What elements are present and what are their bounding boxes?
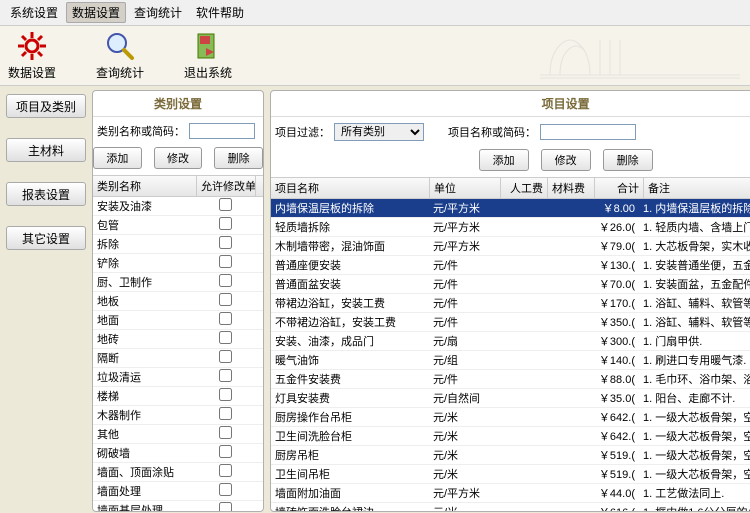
project-edit-button[interactable]: 修改	[541, 149, 591, 171]
magnifier-icon	[104, 30, 136, 62]
allow-edit-checkbox[interactable]	[219, 445, 232, 458]
side-projects-categories[interactable]: 项目及类别	[6, 94, 86, 118]
project-name-filter-label: 项目名称或简码：	[448, 124, 536, 140]
category-row[interactable]: 地板	[93, 292, 263, 311]
project-delete-button[interactable]: 删除	[603, 149, 653, 171]
allow-edit-checkbox[interactable]	[219, 407, 232, 420]
category-panel: 类别设置 类别名称或简码： 添加 修改 删除 类别名称 允许修改单价 安装及油漆…	[92, 90, 264, 512]
category-row[interactable]: 地砖	[93, 330, 263, 349]
category-delete-button[interactable]: 删除	[214, 147, 263, 169]
category-add-button[interactable]: 添加	[93, 147, 142, 169]
col-labor-cost: 人工费	[501, 178, 548, 198]
allow-edit-checkbox[interactable]	[219, 502, 232, 511]
allow-edit-checkbox[interactable]	[219, 483, 232, 496]
side-report-settings[interactable]: 报表设置	[6, 182, 86, 206]
category-row[interactable]: 墙面处理	[93, 482, 263, 501]
project-name-filter-input[interactable]	[540, 124, 636, 140]
category-row[interactable]: 楼梯	[93, 387, 263, 406]
category-edit-button[interactable]: 修改	[154, 147, 203, 169]
category-row[interactable]: 砌破墙	[93, 444, 263, 463]
project-row[interactable]: 带裙边浴缸，安装工费元/件￥170.(1. 浴缸、辅料、软管等配件均甲供.	[271, 294, 750, 313]
col-remark: 备注	[644, 178, 750, 198]
category-row[interactable]: 铲除	[93, 254, 263, 273]
category-row[interactable]: 其他	[93, 425, 263, 444]
project-row[interactable]: 安装、油漆，成品门元/扇￥300.(1. 门扇甲供.	[271, 332, 750, 351]
project-row[interactable]: 墙面附加油面元/平方米￥44.0(1. 工艺做法同上.	[271, 484, 750, 503]
project-row[interactable]: 不带裙边浴缸，安装工费元/件￥350.(1. 浴缸、辅料、软管等配件均甲供.	[271, 313, 750, 332]
tb-data-settings[interactable]: 数据设置	[8, 30, 56, 81]
project-row[interactable]: 暖气油饰元/组￥140.(1. 刷进口专用暖气漆.	[271, 351, 750, 370]
project-row[interactable]: 灯具安装费元/自然间￥35.0(1. 阳台、走廊不计.	[271, 389, 750, 408]
allow-edit-checkbox[interactable]	[219, 312, 232, 325]
project-grid[interactable]: 内墙保温层板的拆除元/平方米￥8.001. 内墙保温层板的拆除与清理轻质墙拆除元…	[271, 199, 750, 511]
category-row[interactable]: 厨、卫制作	[93, 273, 263, 292]
col-material-cost: 材料费	[548, 178, 595, 198]
project-row[interactable]: 厨房吊柜元/米￥519.(1. 一级大芯板骨架，空芯双包门，PVC收.	[271, 446, 750, 465]
tb-label: 数据设置	[8, 64, 56, 81]
project-row[interactable]: 内墙保温层板的拆除元/平方米￥8.001. 内墙保温层板的拆除与清理	[271, 199, 750, 218]
project-row[interactable]: 木制墙带密，混油饰面元/平方米￥79.0(1. 大芯板骨架，实木收口，高度小于	[271, 237, 750, 256]
col-category-name: 类别名称	[93, 176, 197, 196]
exit-icon	[192, 30, 224, 62]
col-unit: 单位	[430, 178, 501, 198]
allow-edit-checkbox[interactable]	[219, 198, 232, 211]
category-filter-label: 类别名称或简码：	[97, 123, 185, 139]
category-row[interactable]: 安装及油漆	[93, 197, 263, 216]
col-project-name: 项目名称	[271, 178, 430, 198]
allow-edit-checkbox[interactable]	[219, 388, 232, 401]
project-add-button[interactable]: 添加	[479, 149, 529, 171]
category-row[interactable]: 木器制作	[93, 406, 263, 425]
menu-query[interactable]: 查询统计	[128, 2, 188, 23]
project-filter-label: 项目过滤：	[275, 124, 330, 140]
category-row[interactable]: 墙面、顶面涂贴	[93, 463, 263, 482]
project-row[interactable]: 轻质墙拆除元/平方米￥26.0(1. 轻质内墙、含墙上门、窗.	[271, 218, 750, 237]
col-allow-edit-price: 允许修改单价	[197, 176, 256, 196]
col-total: 合计	[595, 178, 644, 198]
project-row[interactable]: 卫生间吊柜元/米￥519.(1. 一级大芯板骨架，空芯双包门，PVC收.	[271, 465, 750, 484]
category-row[interactable]: 拆除	[93, 235, 263, 254]
allow-edit-checkbox[interactable]	[219, 293, 232, 306]
gear-icon	[16, 30, 48, 62]
side-main-materials[interactable]: 主材料	[6, 138, 86, 162]
tb-query-stats[interactable]: 查询统计	[96, 30, 144, 81]
category-row[interactable]: 垃圾清运	[93, 368, 263, 387]
allow-edit-checkbox[interactable]	[219, 331, 232, 344]
menu-system[interactable]: 系统设置	[4, 2, 64, 23]
project-filter-select[interactable]: 所有类别	[334, 123, 424, 141]
menu-help[interactable]: 软件帮助	[190, 2, 250, 23]
decorative-column-graphic	[540, 30, 740, 80]
allow-edit-checkbox[interactable]	[219, 255, 232, 268]
menu-data[interactable]: 数据设置	[66, 2, 126, 23]
tb-label: 查询统计	[96, 64, 144, 81]
allow-edit-checkbox[interactable]	[219, 464, 232, 477]
project-panel-title: 项目设置	[271, 91, 750, 117]
allow-edit-checkbox[interactable]	[219, 350, 232, 363]
project-row[interactable]: 普通座便安装元/件￥130.(1. 安装普通坐便，五金配件及软管.	[271, 256, 750, 275]
category-row[interactable]: 墙面基层处理	[93, 501, 263, 511]
project-panel: 项目设置 项目过滤： 所有类别 项目名称或简码： 添加 修改 删除 项目名称 单…	[270, 90, 750, 512]
category-row[interactable]: 地面	[93, 311, 263, 330]
project-row[interactable]: 卫生间洗脸台柜元/米￥642.(1. 一级大芯板骨架，空芯双包门，PVC收.	[271, 427, 750, 446]
allow-edit-checkbox[interactable]	[219, 217, 232, 230]
tb-exit[interactable]: 退出系统	[184, 30, 232, 81]
project-row[interactable]: 普通面盆安装元/件￥70.0(1. 安装面盆，五金配件及软管等，单	[271, 275, 750, 294]
project-row[interactable]: 墙砖饰面洗脸台裙边元/米￥616.(1. 框内做1.6公分厚的火板.	[271, 503, 750, 511]
category-panel-title: 类别设置	[93, 91, 263, 117]
allow-edit-checkbox[interactable]	[219, 426, 232, 439]
project-row[interactable]: 五金件安装费元/件￥88.0(1. 毛巾环、浴巾架、浴缸拉手、肥皂.	[271, 370, 750, 389]
category-grid[interactable]: 安装及油漆包管拆除铲除厨、卫制作地板地面地砖隔断垃圾清运楼梯木器制作其他砌破墙墙…	[93, 197, 263, 511]
category-row[interactable]: 隔断	[93, 349, 263, 368]
allow-edit-checkbox[interactable]	[219, 369, 232, 382]
category-filter-input[interactable]	[189, 123, 255, 139]
project-row[interactable]: 厨房操作台吊柜元/米￥642.(1. 一级大芯板骨架，空芯双包门，PVC收.	[271, 408, 750, 427]
category-row[interactable]: 包管	[93, 216, 263, 235]
allow-edit-checkbox[interactable]	[219, 274, 232, 287]
allow-edit-checkbox[interactable]	[219, 236, 232, 249]
tb-label: 退出系统	[184, 64, 232, 81]
side-other-settings[interactable]: 其它设置	[6, 226, 86, 250]
